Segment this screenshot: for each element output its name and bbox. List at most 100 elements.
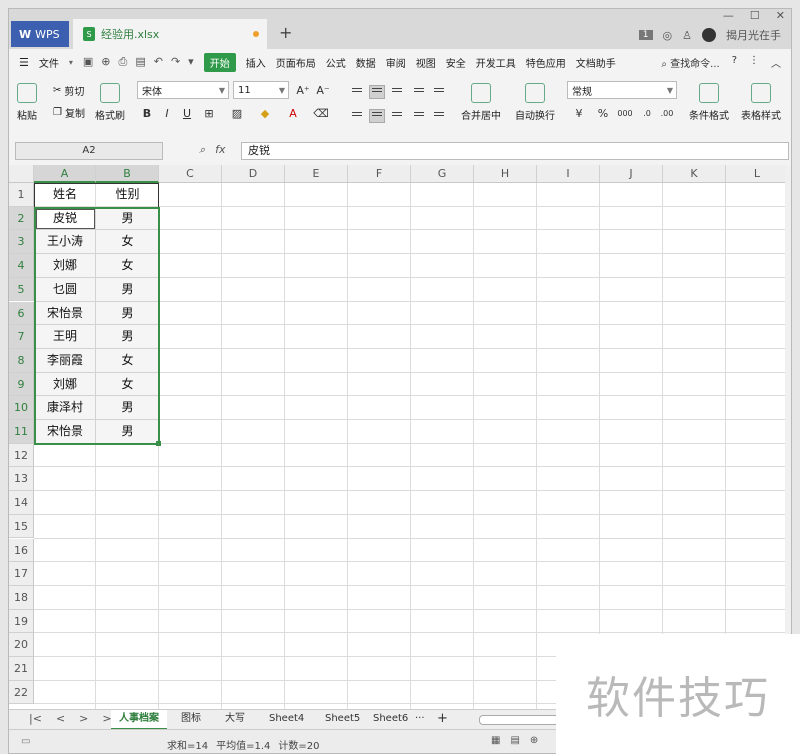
table-cell[interactable]: 宋怡景 [34,302,96,326]
add-sheet-button[interactable]: + [429,710,456,728]
row-header[interactable]: 14 [9,491,34,515]
font-size-select[interactable]: 11 ▼ [233,81,289,99]
sheet-tab[interactable]: Sheet4 [261,710,312,728]
spreadsheet-grid[interactable]: A B C D E F G H I J K L 1 2 3 4 5 6 7 8 9 10 11 12 13 14 15 16 17 18 1… [9,165,785,709]
row-header[interactable]: 12 [9,443,34,468]
table-cell[interactable]: 李丽霞 [34,349,96,373]
menu-item-page-layout[interactable]: 页面布局 [276,55,316,70]
row-header[interactable]: 7 [9,325,34,349]
column-header-l[interactable]: L [726,165,785,183]
column-header-j[interactable]: J [600,165,663,183]
user-name[interactable]: 揭月光在手 [726,27,781,43]
row-header[interactable]: 21 [9,657,34,681]
column-header-k[interactable]: K [663,165,726,183]
percent-icon[interactable]: % [595,105,611,121]
zoom-search-icon[interactable]: ⌕ [199,143,205,157]
conditional-format-button[interactable]: 条件格式 [689,83,729,122]
decrease-decimal-icon[interactable]: .00 [659,105,675,121]
table-cell[interactable]: 女 [96,230,159,254]
row-header[interactable]: 17 [9,562,34,586]
sheet-tab[interactable]: 图标 [173,710,209,728]
row-header[interactable]: 16 [9,538,34,563]
menu-item-review[interactable]: 审阅 [386,55,406,70]
close-icon[interactable]: ✕ [776,9,785,22]
hamburger-icon[interactable]: ☰ [19,56,29,69]
italic-icon[interactable]: I [159,105,175,121]
row-header[interactable]: 11 [9,420,34,444]
indent-increase-icon[interactable] [431,85,447,99]
row-header[interactable]: 18 [9,585,34,610]
fill-color-icon[interactable]: ◆ [257,105,273,121]
more-icon[interactable]: ▾ [188,55,194,69]
maximize-icon[interactable]: ☐ [750,9,760,22]
redo-icon[interactable]: ↷ [171,55,180,69]
currency-icon[interactable]: ¥ [571,105,587,121]
new-tab-button[interactable]: + [279,23,292,42]
export-icon[interactable]: ▤ [135,55,145,69]
column-header-c[interactable]: C [159,165,222,183]
column-header-d[interactable]: D [222,165,285,183]
prev-sheet-icon[interactable]: < [56,712,65,725]
command-search[interactable]: ⌕ 查找命令... [661,55,719,70]
next-sheet-icon[interactable]: > [79,712,88,725]
align-left-icon[interactable] [349,109,365,123]
column-header-i[interactable]: I [537,165,600,183]
column-header-b[interactable]: B [96,165,159,183]
column-header-g[interactable]: G [411,165,474,183]
distribute-icon[interactable] [431,109,447,123]
row-header[interactable]: 4 [9,254,34,278]
merge-center-button[interactable]: 合并居中 [461,83,501,122]
table-cell[interactable]: 女 [96,254,159,278]
print-preview-icon[interactable]: ⊕ [101,55,110,69]
table-cell[interactable]: 刘娜 [34,254,96,278]
table-cell[interactable]: 男 [96,207,159,231]
row-header[interactable]: 22 [9,680,34,705]
normal-view-icon[interactable]: ▦ [491,735,500,746]
reading-mode-icon[interactable]: ⊕ [530,735,538,746]
table-header-cell[interactable]: 性别 [96,183,159,207]
row-header[interactable]: 10 [9,396,34,420]
align-center-icon[interactable] [369,109,385,123]
menu-item-home[interactable]: 开始 [203,52,236,72]
table-cell[interactable]: 女 [96,349,159,373]
avatar[interactable] [702,28,716,42]
column-header-f[interactable]: F [348,165,411,183]
indent-decrease-icon[interactable] [411,85,427,99]
sheet-tab[interactable]: 大写 [217,710,253,728]
column-header-e[interactable]: E [285,165,348,183]
menu-item-doc-assistant[interactable]: 文档助手 [576,55,616,70]
copy-button[interactable]: ❐ 复制 [53,105,85,120]
row-header[interactable]: 8 [9,348,34,373]
row-header[interactable]: 2 [9,206,34,231]
row-header[interactable]: 20 [9,633,34,657]
collapse-ribbon-icon[interactable]: ︿ [771,55,781,70]
table-cell[interactable]: 男 [96,325,159,349]
table-cell[interactable]: 皮锐 [34,207,96,231]
menu-item-features[interactable]: 特色应用 [526,55,566,70]
row-header[interactable]: 3 [9,230,34,255]
print-icon[interactable]: ⎙ [119,55,128,69]
align-right-icon[interactable] [389,109,405,123]
format-painter-button[interactable]: 格式刷 [95,83,125,122]
table-cell[interactable]: 女 [96,373,159,397]
column-header-h[interactable]: H [474,165,537,183]
menu-item-formula[interactable]: 公式 [326,55,346,70]
menu-item-data[interactable]: 数据 [356,55,376,70]
name-box[interactable]: A2 [15,142,163,160]
table-cell[interactable]: 男 [96,278,159,302]
column-header-a[interactable]: A [34,165,96,183]
table-cell[interactable]: 男 [96,302,159,326]
clear-format-icon[interactable]: ⌫ [313,105,329,121]
number-format-select[interactable]: 常规 ▼ [567,81,677,99]
wps-home-tab[interactable]: W WPS [11,21,69,47]
increase-font-icon[interactable]: A⁺ [295,82,311,98]
table-cell[interactable]: 康泽村 [34,396,96,420]
table-cell[interactable]: 王明 [34,325,96,349]
table-cell[interactable]: 王小涛 [34,230,96,254]
status-page-icon[interactable]: ▭ [21,736,30,747]
thousands-icon[interactable]: 000 [617,105,633,121]
align-top-icon[interactable] [349,85,365,99]
more-options-icon[interactable]: ⋮ [749,55,759,70]
fx-icon[interactable]: fx [215,143,225,157]
vertical-scrollbar[interactable] [785,165,791,709]
